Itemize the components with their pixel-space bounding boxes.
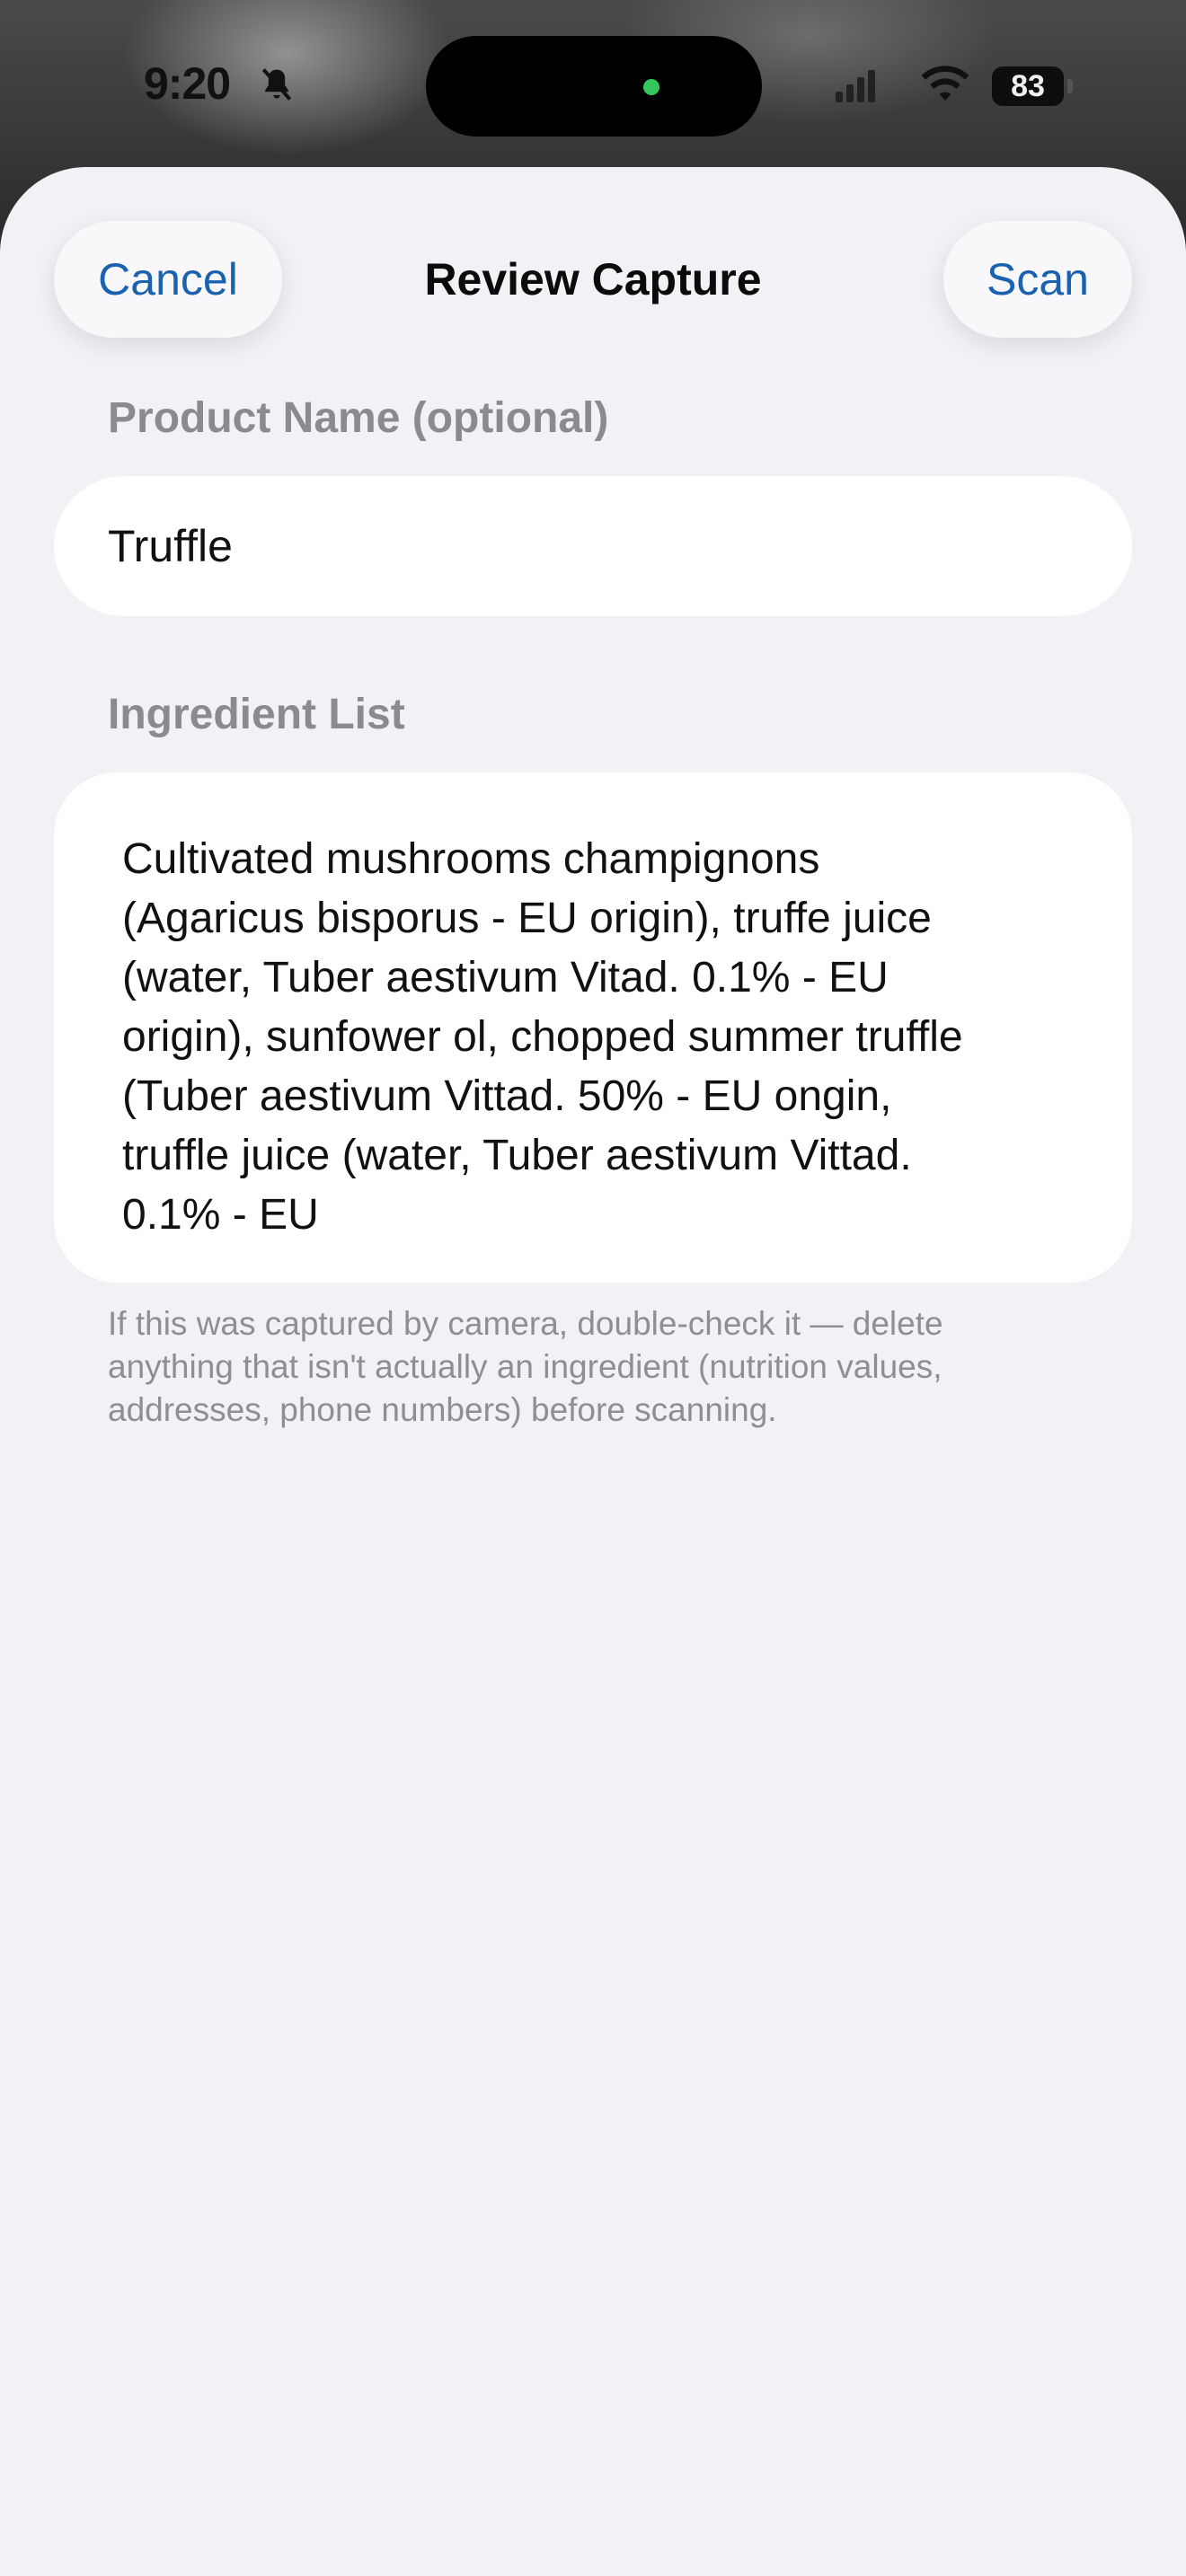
sheet-title: Review Capture xyxy=(424,254,762,304)
scan-button[interactable]: Scan xyxy=(943,221,1132,338)
signal-icon xyxy=(836,70,875,102)
battery-level: 83 xyxy=(1011,69,1045,103)
status-time: 9:20 xyxy=(144,58,231,109)
status-bar: 9:20 83 xyxy=(0,0,1186,171)
product-name-field[interactable]: Truffle xyxy=(54,476,1132,616)
product-name-value: Truffle xyxy=(108,521,233,571)
battery-icon: 83 xyxy=(992,66,1064,106)
ingredient-list-label: Ingredient List xyxy=(108,691,405,738)
wifi-icon xyxy=(921,66,969,101)
battery-cap xyxy=(1067,79,1073,93)
capture-hint-text: If this was captured by camera, double-c… xyxy=(108,1305,943,1428)
product-name-label: Product Name (optional) xyxy=(108,394,609,442)
dynamic-island xyxy=(426,36,762,137)
camera-in-use-indicator xyxy=(643,79,659,95)
ingredient-list-field[interactable]: Cultivated mushrooms champignons (Agaric… xyxy=(54,772,1132,1283)
ingredient-list-value: Cultivated mushrooms champignons (Agaric… xyxy=(122,835,963,1239)
cancel-button[interactable]: Cancel xyxy=(54,221,282,338)
review-capture-sheet: Cancel Review Capture Scan Product Name … xyxy=(0,167,1186,2576)
bell-off-icon xyxy=(261,68,292,101)
